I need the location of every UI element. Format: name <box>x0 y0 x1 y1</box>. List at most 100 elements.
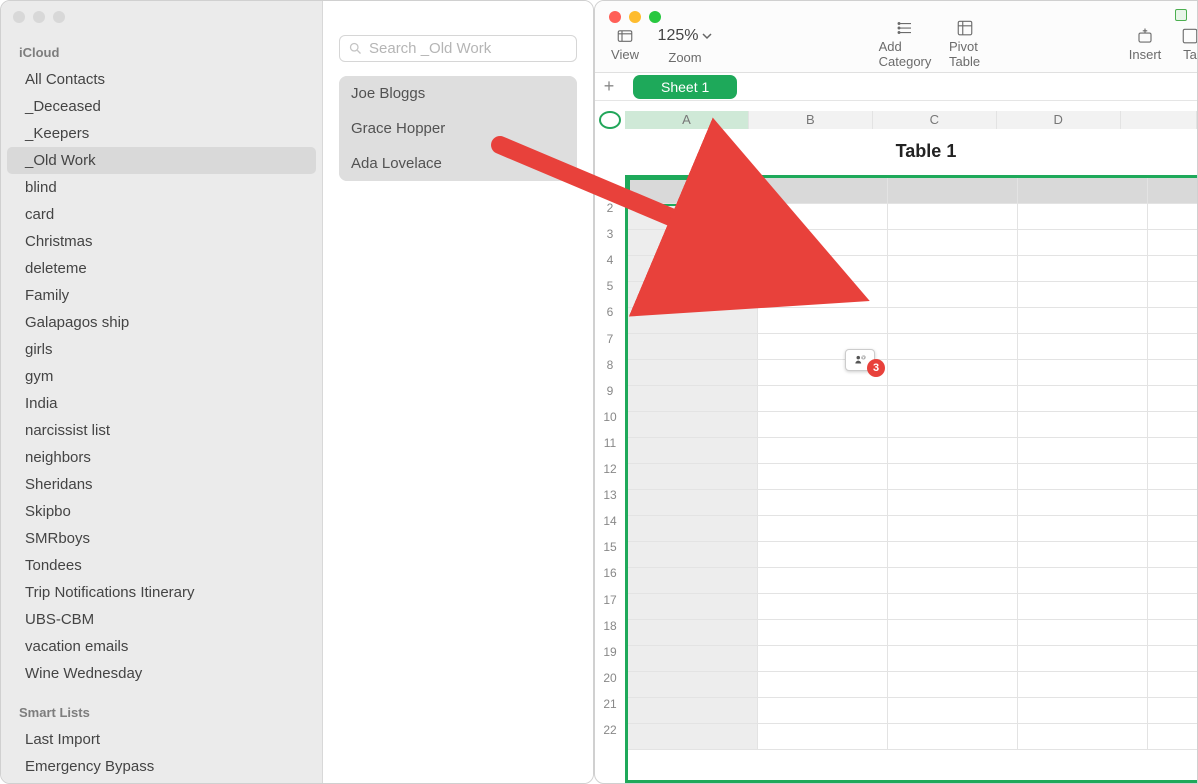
cell[interactable] <box>628 698 758 724</box>
sidebar-smart-list[interactable]: Last Import <box>7 726 316 753</box>
selection-handle[interactable] <box>756 204 764 212</box>
cell[interactable] <box>758 724 888 750</box>
column-header[interactable]: D <box>997 111 1121 129</box>
cell[interactable] <box>758 646 888 672</box>
cell[interactable] <box>1148 360 1197 386</box>
row-header[interactable]: 8 <box>597 358 623 384</box>
row-header[interactable]: 14 <box>597 514 623 540</box>
search-field[interactable] <box>339 35 577 62</box>
cell[interactable] <box>888 438 1018 464</box>
cell[interactable] <box>1148 178 1197 204</box>
cell[interactable] <box>1018 438 1148 464</box>
sidebar-group[interactable]: Family <box>7 282 316 309</box>
column-header[interactable]: B <box>749 111 873 129</box>
row-header[interactable]: 4 <box>597 253 623 279</box>
cell[interactable] <box>758 412 888 438</box>
sidebar-group[interactable]: SMRboys <box>7 525 316 552</box>
spreadsheet-grid[interactable] <box>625 175 1197 783</box>
cell[interactable] <box>1148 438 1197 464</box>
row-header[interactable]: 12 <box>597 462 623 488</box>
cell[interactable] <box>1018 568 1148 594</box>
cell[interactable] <box>628 438 758 464</box>
cell[interactable] <box>888 464 1018 490</box>
cell[interactable] <box>1018 230 1148 256</box>
cell[interactable] <box>1148 412 1197 438</box>
column-header[interactable] <box>1121 111 1197 129</box>
cell[interactable] <box>1018 594 1148 620</box>
cell[interactable] <box>758 386 888 412</box>
sidebar-group[interactable]: blind <box>7 174 316 201</box>
sheet-area[interactable]: ABCD Table 1 234567891011121314151617181… <box>595 101 1197 783</box>
cell[interactable] <box>1018 256 1148 282</box>
row-header[interactable]: 20 <box>597 671 623 697</box>
sidebar-group[interactable]: narcissist list <box>7 417 316 444</box>
row-header[interactable]: 21 <box>597 697 623 723</box>
row-header[interactable]: 2 <box>597 201 623 227</box>
cell[interactable] <box>888 386 1018 412</box>
cell[interactable] <box>1018 334 1148 360</box>
sidebar-group[interactable]: deleteme <box>7 255 316 282</box>
sidebar-group[interactable]: _Deceased <box>7 93 316 120</box>
cell[interactable] <box>888 334 1018 360</box>
cell[interactable] <box>888 308 1018 334</box>
cell[interactable] <box>888 542 1018 568</box>
cell[interactable] <box>888 724 1018 750</box>
cell[interactable] <box>888 282 1018 308</box>
cell[interactable] <box>758 438 888 464</box>
cell[interactable] <box>628 490 758 516</box>
row-header[interactable]: 6 <box>597 305 623 331</box>
row-header[interactable]: 18 <box>597 619 623 645</box>
maximize-icon[interactable] <box>53 11 65 23</box>
cell[interactable] <box>1148 282 1197 308</box>
cell[interactable] <box>628 568 758 594</box>
sidebar-group[interactable]: India <box>7 390 316 417</box>
cell[interactable] <box>1018 204 1148 230</box>
cell[interactable] <box>758 256 888 282</box>
select-all-handle[interactable] <box>599 111 621 129</box>
cell[interactable] <box>628 464 758 490</box>
cell[interactable] <box>758 672 888 698</box>
cell[interactable] <box>758 230 888 256</box>
cell[interactable] <box>1148 594 1197 620</box>
cell[interactable] <box>1018 620 1148 646</box>
sidebar-group[interactable]: girls <box>7 336 316 363</box>
column-header[interactable]: C <box>873 111 997 129</box>
cell[interactable] <box>628 308 758 334</box>
cell[interactable] <box>758 568 888 594</box>
cell[interactable] <box>1018 282 1148 308</box>
row-header[interactable]: 22 <box>597 723 623 749</box>
cell[interactable] <box>888 646 1018 672</box>
cell[interactable] <box>1148 646 1197 672</box>
add-category-button[interactable]: Add Category <box>875 19 935 69</box>
cell[interactable] <box>1148 672 1197 698</box>
cell[interactable] <box>758 490 888 516</box>
cell[interactable] <box>1018 698 1148 724</box>
cell[interactable] <box>628 282 758 308</box>
cell[interactable] <box>1148 334 1197 360</box>
cell[interactable] <box>628 516 758 542</box>
row-header[interactable]: 10 <box>597 410 623 436</box>
cell[interactable] <box>628 542 758 568</box>
cell[interactable] <box>1018 412 1148 438</box>
cell[interactable] <box>758 308 888 334</box>
row-header[interactable]: 11 <box>597 436 623 462</box>
row-header[interactable]: 7 <box>597 332 623 358</box>
sheet-tab[interactable]: Sheet 1 <box>633 75 737 99</box>
pivot-table-button[interactable]: Pivot Table <box>935 19 995 69</box>
sidebar-group[interactable]: Skipbo <box>7 498 316 525</box>
cell[interactable] <box>1018 386 1148 412</box>
cell[interactable] <box>1148 204 1197 230</box>
sidebar-group[interactable]: gym <box>7 363 316 390</box>
sidebar-group[interactable]: neighbors <box>7 444 316 471</box>
sidebar-group[interactable]: Trip Notifications Itinerary <box>7 579 316 606</box>
table-button[interactable]: Ta <box>1175 27 1198 62</box>
cell[interactable] <box>888 412 1018 438</box>
sidebar-group[interactable]: All Contacts <box>7 66 316 93</box>
cell[interactable] <box>758 178 888 204</box>
insert-button[interactable]: Insert <box>1115 27 1175 62</box>
row-header[interactable]: 19 <box>597 645 623 671</box>
cell[interactable] <box>758 516 888 542</box>
cell[interactable] <box>628 594 758 620</box>
sidebar-group[interactable]: Sheridans <box>7 471 316 498</box>
cell[interactable] <box>1148 230 1197 256</box>
